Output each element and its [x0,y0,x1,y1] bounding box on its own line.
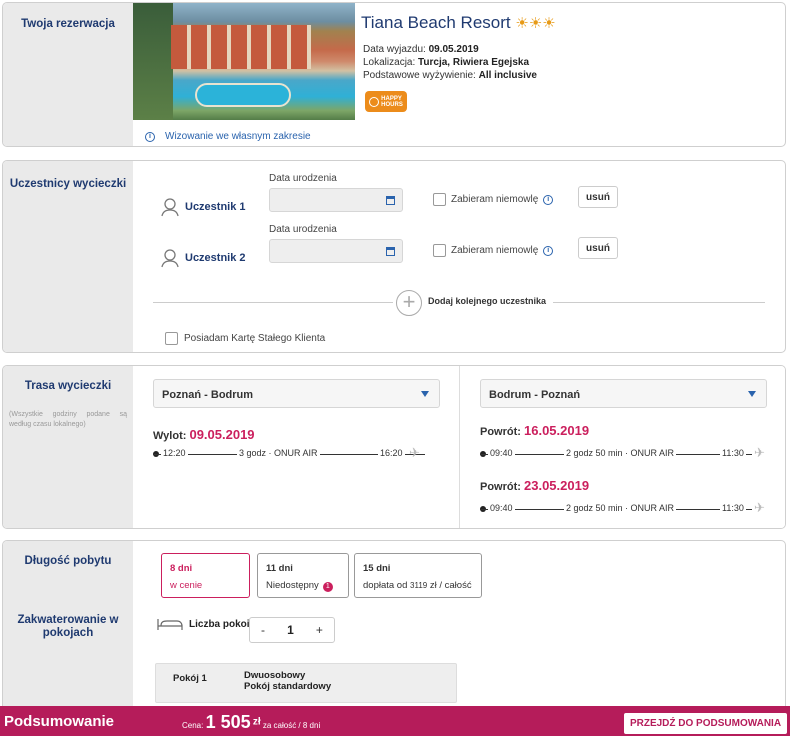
summary-bar: Podsumowanie Cena: 1 505 zł za całość / … [0,706,790,736]
outbound-route-select[interactable]: Poznań - Bodrum [153,379,440,408]
reservation-title: Twoja rezerwacja [21,18,115,30]
add-participant-icon[interactable]: + [396,290,422,316]
plane-icon: ✈ [409,445,420,460]
visa-note: i Wizowanie we własnym zakresie [145,131,311,142]
location-value: Turcja, Riwiera Egejska [418,57,530,68]
participant-row: Uczestnik 2 Data urodzenia Zabieram niem… [133,224,785,284]
participants-sidebar: Uczestnicy wycieczki [3,161,133,352]
sun-star-icon: ☀ [542,15,556,32]
divider [553,302,765,303]
rooms-value: 1 [287,623,294,637]
remove-participant-button[interactable]: usuń [578,237,618,259]
checkbox[interactable] [433,244,446,257]
room-label: Pokój 1 [173,673,207,684]
return-flight[interactable]: 09:40 2 godz 50 min · ONUR AIR 11:30 ✈ [480,500,770,515]
info-icon[interactable]: i [543,194,554,205]
dropdown-arrow-icon [421,391,429,397]
return-column: Bodrum - Poznań Powrót: 16.05.2019 09:40… [459,366,785,528]
dob-label: Data urodzenia [269,173,337,184]
sun-star-icon: ☀ [515,15,529,32]
participant-name: Uczestnik 2 [185,252,246,264]
info-icon[interactable]: i [543,245,554,256]
board-value: All inclusive [478,70,537,81]
reservation-body: Tiana Beach Resort ☀☀☀ Data wyjazdu: 09.… [133,3,785,146]
go-to-summary-button[interactable]: PRZEJDŹ DO PODSUMOWANIA [624,713,787,734]
decrement-button[interactable]: - [261,623,265,637]
loyalty-card-checkbox[interactable]: Posiadam Kartę Stałego Klienta [165,332,325,345]
divider [153,302,393,303]
outbound-column: Poznań - Bodrum Wylot: 09.05.2019 12:20 … [133,366,459,528]
plane-icon: ✈ [754,500,765,515]
hotel-info: Data wyjazdu: 09.05.2019 Lokalizacja: Tu… [363,44,537,81]
route-panel: Trasa wycieczki (Wszystkie godziny podan… [2,365,786,529]
stay-sidebar: Długość pobytu Zakwaterowanie w pokojach [3,541,133,719]
room-standard: Pokój standardowy [244,681,332,692]
room-type: Dwuosobowy [244,670,306,681]
checkbox[interactable] [165,332,178,345]
info-icon: i [145,131,155,142]
dob-input[interactable] [269,188,403,212]
summary-title: Podsumowanie [4,713,115,730]
participants-panel: Uczestnicy wycieczki Uczestnik 1 Data ur… [2,160,786,353]
participants-body: Uczestnik 1 Data urodzenia Zabieram niem… [133,161,785,352]
stay-body: 8 dni w cenie 11 dni Niedostępny 1 15 dni do… [133,541,785,719]
total-price: Cena: 1 505 zł za całość / 8 dni [182,712,321,732]
accommodation-title: Zakwaterowanie w pokojach [17,614,119,639]
stay-option-8[interactable]: 8 dni w cenie [161,553,250,598]
return-date[interactable]: Powrót: 23.05.2019 [480,478,589,493]
rooms-stepper[interactable]: - 1 + [249,617,335,643]
remove-participant-button[interactable]: usuń [578,186,618,208]
checkbox[interactable] [433,193,446,206]
user-icon [161,198,179,217]
stay-option-11[interactable]: 11 dni Niedostępny 1 [257,553,349,598]
reservation-sidebar: Twoja rezerwacja [3,3,133,146]
hotel-name[interactable]: Tiana Beach Resort ☀☀☀ [361,13,556,33]
participant-name: Uczestnik 1 [185,201,246,213]
visa-text: Wizowanie we własnym zakresie [165,131,311,142]
return-route-select[interactable]: Bodrum - Poznań [480,379,767,408]
add-participant-button[interactable]: Dodaj kolejnego uczestnika [428,296,546,306]
outbound-date: Wylot: 09.05.2019 [153,427,255,442]
calendar-icon[interactable] [386,247,395,256]
plane-icon: ✈ [754,445,765,460]
reservation-panel: Twoja rezerwacja Tiana Beach Resort ☀☀☀ … [2,2,786,147]
stay-option-15[interactable]: 15 dni dopłata od 3119 zł / całość [354,553,482,598]
route-body: Poznań - Bodrum Wylot: 09.05.2019 12:20 … [133,366,785,528]
clock-icon [369,96,380,107]
return-flight[interactable]: 09:40 2 godz 50 min · ONUR AIR 11:30 ✈ [480,445,770,460]
dropdown-arrow-icon [748,391,756,397]
outbound-flight[interactable]: 12:20 3 godz · ONUR AIR 16:20 ✈ [153,445,443,460]
infant-checkbox[interactable]: Zabieram niemowlę i [433,244,554,257]
return-date[interactable]: Powrót: 16.05.2019 [480,423,589,438]
rooms-count-label: Liczba pokoi [157,617,250,631]
bed-icon [157,619,183,630]
stay-panel: Długość pobytu Zakwaterowanie w pokojach… [2,540,786,720]
dob-input[interactable] [269,239,403,263]
info-badge[interactable]: 1 [322,582,333,592]
departure-date: 09.05.2019 [428,44,479,55]
hotel-photo[interactable] [133,3,355,120]
timezone-note: (Wszystkie godziny podane są według czas… [9,411,127,428]
sun-star-icon: ☀ [528,15,543,32]
calendar-icon[interactable] [386,196,395,205]
hotel-name-text: Tiana Beach Resort [361,13,511,32]
route-title: Trasa wycieczki [24,380,112,392]
increment-button[interactable]: + [316,623,323,637]
participant-row: Uczestnik 1 Data urodzenia Zabieram niem… [133,173,785,233]
loyalty-card-label: Posiadam Kartę Stałego Klienta [184,333,326,344]
infant-label: Zabieram niemowlę [451,245,539,256]
infant-label: Zabieram niemowlę [451,194,539,205]
route-sidebar: Trasa wycieczki (Wszystkie godziny podan… [3,366,133,528]
stay-title: Długość pobytu [24,555,112,567]
room-card: Pokój 1 Dwuosobowy Pokój standardowy [155,663,457,703]
infant-checkbox[interactable]: Zabieram niemowlę i [433,193,554,206]
user-icon [161,249,179,268]
dob-label: Data urodzenia [269,224,337,235]
happy-hours-badge: HAPPY HOURS [365,91,407,112]
participants-title: Uczestnicy wycieczki [9,178,127,190]
